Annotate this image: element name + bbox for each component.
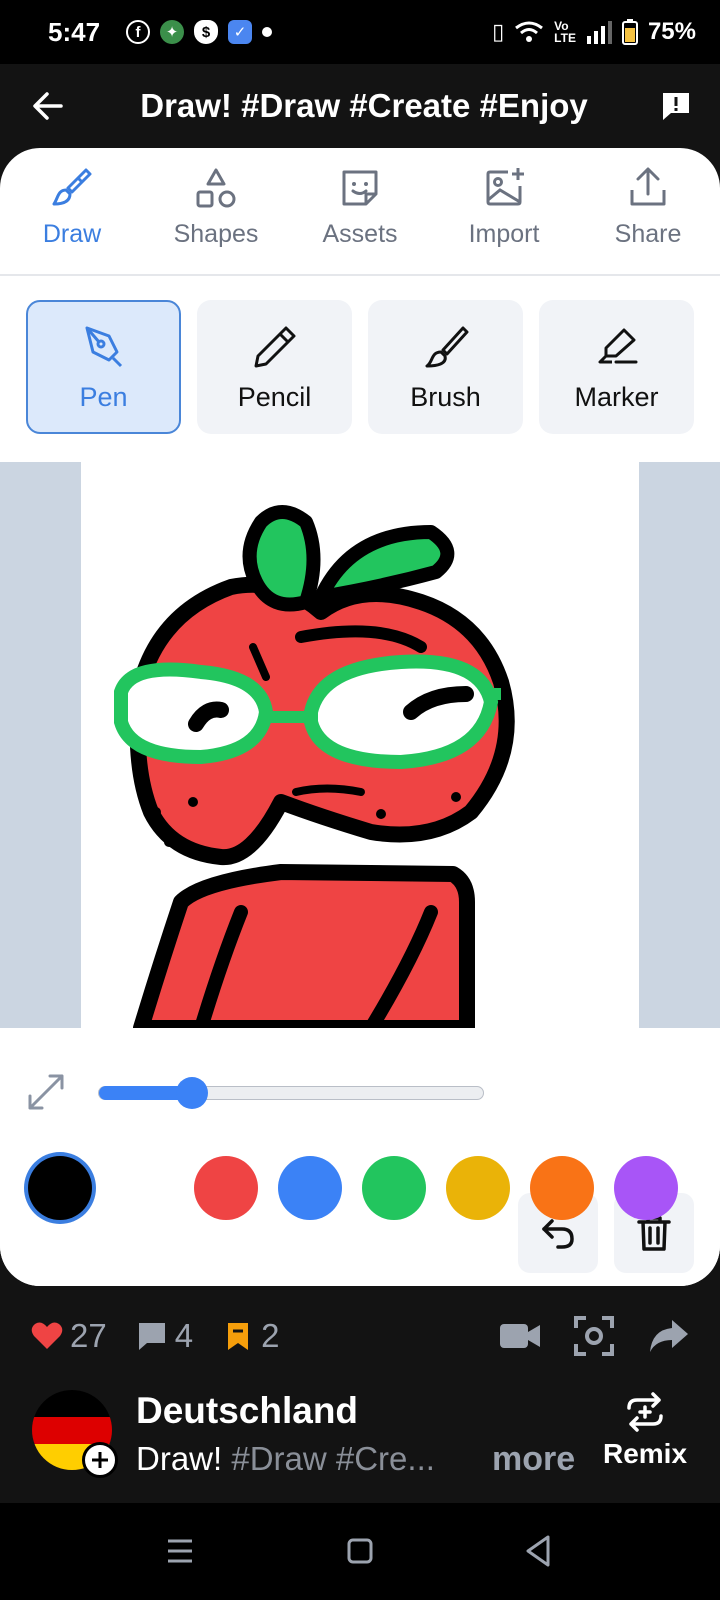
tab-label: Assets xyxy=(322,220,398,248)
tab-draw[interactable]: Draw xyxy=(0,164,144,249)
tab-share[interactable]: Share xyxy=(576,164,720,249)
description-tags: #Draw #Cre... xyxy=(231,1440,435,1477)
pen-nib-icon xyxy=(85,326,122,367)
brush-pencil[interactable]: Pencil xyxy=(197,300,352,434)
expand-icon[interactable] xyxy=(22,1068,70,1116)
tab-shapes[interactable]: Shapes xyxy=(144,164,288,249)
brush-icon xyxy=(425,326,468,367)
social-actions xyxy=(498,1314,690,1358)
tab-label: Draw xyxy=(42,220,102,248)
facebook-icon: f xyxy=(126,20,151,44)
money-bag-icon: $ xyxy=(194,20,219,44)
dot-icon xyxy=(262,27,273,37)
like-count: 27 xyxy=(70,1317,107,1354)
screenshot-icon[interactable] xyxy=(572,1314,616,1358)
drawing-editor-card: Draw Shapes Assets Import Share Pen Penc… xyxy=(0,148,720,1286)
apple-character-drawing xyxy=(114,505,515,1028)
app-notification-icon: ✦ xyxy=(160,20,185,44)
recent-apps-icon[interactable] xyxy=(160,1531,200,1571)
heart-icon xyxy=(31,1322,63,1349)
brush-label: Marker xyxy=(574,381,659,412)
page-title: Draw! #Draw #Create #Enjoy xyxy=(140,87,588,124)
arrow-left-icon xyxy=(33,92,63,120)
shapes-icon xyxy=(196,168,236,208)
home-icon[interactable] xyxy=(340,1531,380,1571)
remix-icon xyxy=(627,1392,663,1432)
tab-label: Shapes xyxy=(173,220,259,248)
color-swatch-blue[interactable] xyxy=(278,1156,342,1220)
like-button[interactable]: 27 xyxy=(30,1317,107,1355)
forward-share-icon[interactable] xyxy=(646,1314,690,1358)
canvas-area[interactable] xyxy=(0,462,720,1028)
brush-label: Pen xyxy=(79,381,128,412)
color-swatch-yellow[interactable] xyxy=(446,1156,510,1220)
bookmark-icon xyxy=(228,1323,249,1350)
brush-brush[interactable]: Brush xyxy=(368,300,523,434)
comment-button[interactable]: 4 xyxy=(135,1317,193,1355)
color-palette xyxy=(0,1156,720,1236)
video-camera-icon[interactable] xyxy=(498,1314,542,1358)
brush-marker[interactable]: Marker xyxy=(539,300,694,434)
tab-label: Share xyxy=(614,220,682,248)
back-button[interactable] xyxy=(24,82,72,130)
highlighter-icon xyxy=(598,328,637,363)
comment-icon xyxy=(138,1323,165,1350)
color-swatch-green[interactable] xyxy=(362,1156,426,1220)
brush-label: Pencil xyxy=(237,381,312,412)
status-time: 5:47 xyxy=(48,16,101,47)
drawing-controls xyxy=(0,1028,720,1286)
header: Draw! #Draw #Create #Enjoy xyxy=(0,64,720,148)
share-icon xyxy=(630,167,666,206)
brush-label: Brush xyxy=(410,381,481,412)
bookmark-count: 2 xyxy=(261,1317,280,1354)
status-right: ▯ Vo LTE 75% xyxy=(492,18,696,46)
vibrate-icon: ▯ xyxy=(492,19,505,44)
bookmark-button[interactable]: 2 xyxy=(221,1317,279,1355)
remix-label: Remix xyxy=(602,1438,688,1469)
color-swatch-red[interactable] xyxy=(194,1156,258,1220)
follow-button[interactable] xyxy=(82,1442,118,1478)
tab-label: Import xyxy=(468,220,540,248)
brush-size-slider[interactable] xyxy=(98,1077,484,1109)
lte-icon: Vo LTE xyxy=(554,19,576,45)
image-plus-icon xyxy=(486,168,524,206)
comment-count: 4 xyxy=(174,1317,194,1354)
brush-pen[interactable]: Pen xyxy=(26,300,181,434)
back-nav-icon[interactable] xyxy=(518,1531,558,1571)
drawing-canvas[interactable] xyxy=(81,462,639,1028)
shield-icon: ✓ xyxy=(228,20,253,44)
paintbrush-icon xyxy=(52,168,92,206)
plus-icon xyxy=(92,1452,108,1468)
report-button[interactable] xyxy=(656,86,696,126)
more-link[interactable]: more xyxy=(492,1440,575,1479)
social-bar: 27 4 2 xyxy=(0,1296,720,1376)
author-name[interactable]: Deutschland xyxy=(136,1390,358,1432)
slider-thumb[interactable] xyxy=(175,1077,208,1109)
sticker-icon xyxy=(342,170,378,206)
tab-assets[interactable]: Assets xyxy=(288,164,432,249)
battery-percent: 75% xyxy=(647,18,696,45)
system-nav-bar xyxy=(0,1503,720,1600)
description-text: Draw! xyxy=(136,1440,232,1477)
color-swatch-purple[interactable] xyxy=(614,1156,678,1220)
brush-selector: Pen Pencil Brush Marker xyxy=(26,300,694,434)
wifi-icon xyxy=(515,21,544,42)
author-section: Deutschland Draw! #Draw #Cre... more Rem… xyxy=(0,1390,720,1486)
status-bar: 5:47 f ✦ $ ✓ ▯ Vo LTE 75% xyxy=(0,0,720,64)
remix-button[interactable]: Remix xyxy=(600,1390,690,1470)
signal-icon xyxy=(586,21,612,44)
post-description: Draw! #Draw #Cre... xyxy=(136,1440,435,1478)
notification-icons: f ✦ $ ✓ xyxy=(126,20,273,44)
tool-tabs: Draw Shapes Assets Import Share xyxy=(0,148,720,276)
report-icon xyxy=(663,93,689,120)
color-swatch-orange[interactable] xyxy=(530,1156,594,1220)
color-swatch-black[interactable] xyxy=(28,1156,92,1220)
pencil-icon xyxy=(254,326,295,367)
battery-icon xyxy=(621,19,638,45)
tab-import[interactable]: Import xyxy=(432,164,576,249)
